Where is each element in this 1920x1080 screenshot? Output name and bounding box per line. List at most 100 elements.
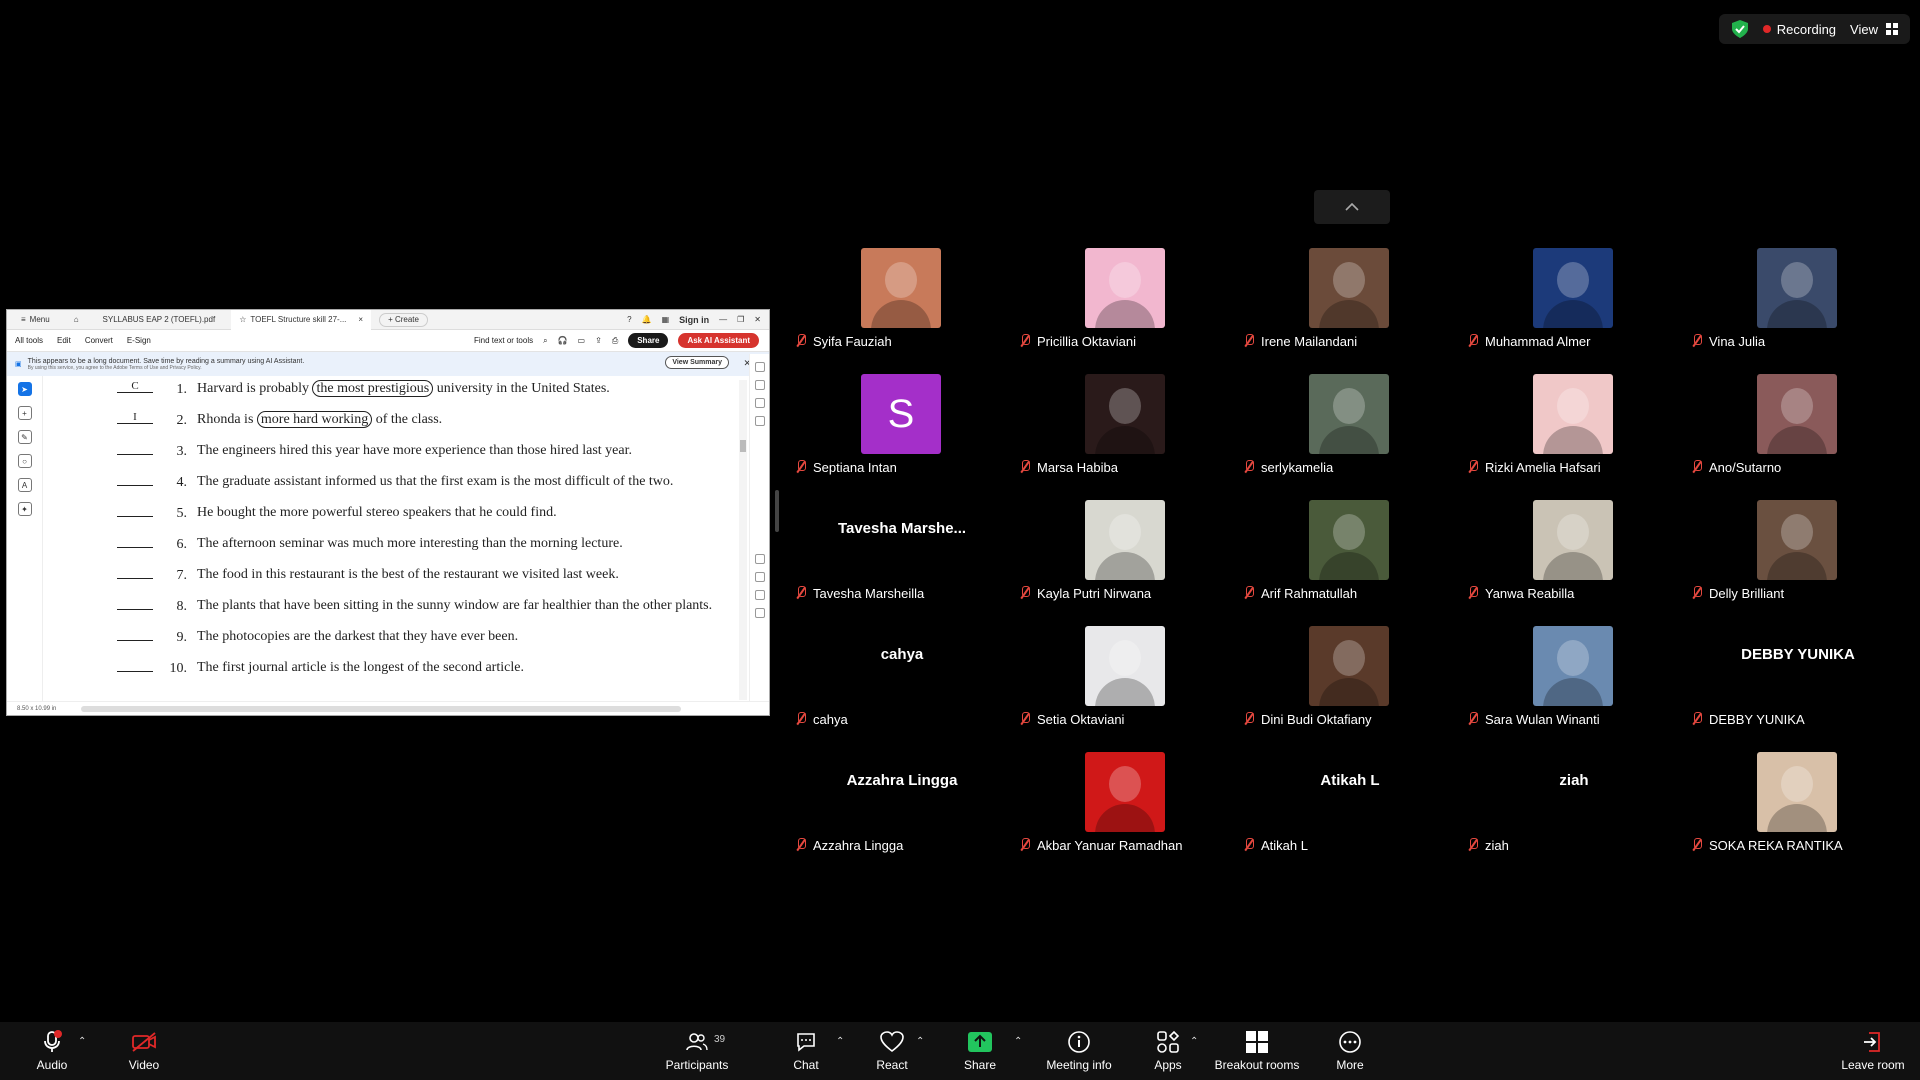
participant-tile[interactable]: Yanwa Reabilla xyxy=(1462,500,1686,626)
copy-icon[interactable] xyxy=(754,416,765,426)
participant-tile[interactable]: S Septiana Intan xyxy=(790,374,1014,500)
participant-tile[interactable]: ziah ziah xyxy=(1462,752,1686,878)
scroll-up-button[interactable] xyxy=(1314,190,1390,224)
participant-photo xyxy=(1781,514,1813,550)
zoom-out-icon[interactable] xyxy=(754,608,765,618)
tab-toefl[interactable]: ☆ TOEFL Structure skill 27-... × xyxy=(231,310,372,330)
meeting-info-button[interactable]: Meeting info xyxy=(1044,1022,1114,1080)
participant-tile[interactable]: Vina Julia xyxy=(1686,248,1910,374)
participant-tile[interactable]: Sara Wulan Winanti xyxy=(1462,626,1686,752)
esign-menu[interactable]: E-Sign xyxy=(127,336,151,345)
close-window-icon[interactable]: ✕ xyxy=(754,315,761,324)
create-tab[interactable]: + Create xyxy=(379,312,428,327)
participant-photo-body xyxy=(1095,552,1155,580)
home-tab[interactable]: ⌂ xyxy=(66,310,87,330)
share-screen-button[interactable]: Share xyxy=(962,1022,998,1080)
participant-tile[interactable]: Marsa Habiba xyxy=(1014,374,1238,500)
participant-tile[interactable]: Akbar Yanuar Ramadhan xyxy=(1014,752,1238,878)
pen-tool-icon[interactable]: ✎ xyxy=(17,430,32,444)
muted-mic-icon xyxy=(1467,460,1479,474)
zoom-tool-icon[interactable]: + xyxy=(17,406,32,420)
participant-name-label: SOKA REKA RANTIKA xyxy=(1691,836,1843,854)
stamp-tool-icon[interactable]: ✦ xyxy=(17,502,32,516)
sign-in-link[interactable]: Sign in xyxy=(679,315,709,325)
convert-menu[interactable]: Convert xyxy=(85,336,113,345)
text-tool-icon[interactable]: A xyxy=(17,478,32,492)
participant-tile[interactable]: Azzahra Lingga Azzahra Lingga xyxy=(790,752,1014,878)
lasso-tool-icon[interactable]: ○ xyxy=(17,454,32,468)
bookmark-icon[interactable] xyxy=(754,398,765,408)
comment-icon[interactable] xyxy=(754,362,765,372)
video-off-icon xyxy=(131,1030,157,1054)
participant-tile[interactable]: Pricillia Oktaviani xyxy=(1014,248,1238,374)
search-icon[interactable]: ⌕ xyxy=(543,336,547,346)
refresh-icon[interactable] xyxy=(754,572,765,582)
headphones-icon[interactable]: 🎧 xyxy=(558,336,568,345)
print-icon[interactable]: ⎙ xyxy=(612,336,618,346)
page-nav-icon[interactable] xyxy=(754,554,765,564)
question-text: He bought the more powerful stereo speak… xyxy=(197,502,737,524)
circled-phrase: more hard working xyxy=(256,411,373,428)
participant-tile[interactable]: Irene Mailandani xyxy=(1238,248,1462,374)
edit-menu[interactable]: Edit xyxy=(57,336,71,345)
participant-tile[interactable]: DEBBY YUNIKA DEBBY YUNIKA xyxy=(1686,626,1910,752)
save-icon[interactable]: ▭ xyxy=(578,336,586,345)
layers-icon[interactable] xyxy=(754,380,765,390)
participant-video xyxy=(1309,248,1389,328)
participant-photo xyxy=(1109,388,1141,424)
audio-options-caret-icon[interactable]: ⌃ xyxy=(78,1036,86,1047)
react-options-caret-icon[interactable]: ⌃ xyxy=(916,1036,924,1047)
participant-tile[interactable]: Muhammad Almer xyxy=(1462,248,1686,374)
summary-banner: ▣ This appears to be a long document. Sa… xyxy=(7,352,769,376)
participant-tile[interactable]: Tavesha Marshe... Tavesha Marsheilla xyxy=(790,500,1014,626)
share-options-caret-icon[interactable]: ⌃ xyxy=(1014,1036,1022,1047)
select-tool-icon[interactable]: ➤ xyxy=(17,382,32,396)
meeting-info-label: Meeting info xyxy=(1046,1058,1112,1072)
find-field[interactable]: Find text or tools xyxy=(474,336,533,345)
minimize-icon[interactable]: — xyxy=(719,315,727,324)
participant-tile[interactable]: Kayla Putri Nirwana xyxy=(1014,500,1238,626)
view-summary-button[interactable]: View Summary xyxy=(665,356,729,369)
react-button[interactable]: React xyxy=(874,1022,910,1080)
participant-tile[interactable]: Setia Oktaviani xyxy=(1014,626,1238,752)
participant-tile[interactable]: cahya cahya xyxy=(790,626,1014,752)
participant-tile[interactable]: Ano/Sutarno xyxy=(1686,374,1910,500)
menu-tab[interactable]: ≡ Menu xyxy=(13,310,58,330)
video-button[interactable]: Video xyxy=(126,1022,162,1080)
participants-button[interactable]: Participants xyxy=(660,1022,734,1080)
horizontal-scrollbar[interactable] xyxy=(81,706,681,712)
vertical-scrollbar[interactable] xyxy=(739,380,747,700)
participant-tile[interactable]: Syifa Fauziah xyxy=(790,248,1014,374)
zoom-in-icon[interactable] xyxy=(754,590,765,600)
participant-name-label: cahya xyxy=(795,710,848,728)
more-button[interactable]: More xyxy=(1332,1022,1368,1080)
share-doc-button[interactable]: Share xyxy=(628,333,669,348)
apps-icon[interactable]: ▦ xyxy=(662,315,670,324)
tab-syllabus[interactable]: SYLLABUS EAP 2 (TOEFL).pdf xyxy=(95,310,224,330)
panel-resize-handle[interactable] xyxy=(775,490,779,532)
participant-tile[interactable]: serlykamelia xyxy=(1238,374,1462,500)
apps-options-caret-icon[interactable]: ⌃ xyxy=(1190,1036,1198,1047)
chat-button[interactable]: Chat xyxy=(788,1022,824,1080)
recording-indicator[interactable]: Recording xyxy=(1762,22,1836,37)
apps-button[interactable]: Apps xyxy=(1150,1022,1186,1080)
participant-tile[interactable]: Atikah L Atikah L xyxy=(1238,752,1462,878)
ai-assistant-button[interactable]: Ask AI Assistant xyxy=(678,333,759,348)
breakout-rooms-button[interactable]: Breakout rooms xyxy=(1214,1022,1300,1080)
participant-tile[interactable]: SOKA REKA RANTIKA xyxy=(1686,752,1910,878)
restore-icon[interactable]: ❐ xyxy=(737,315,744,324)
participant-tile[interactable]: Dini Budi Oktafiany xyxy=(1238,626,1462,752)
help-icon[interactable]: ? xyxy=(627,315,631,324)
close-tab-icon[interactable]: × xyxy=(358,315,363,324)
chat-options-caret-icon[interactable]: ⌃ xyxy=(836,1036,844,1047)
bell-icon[interactable]: 🔔 xyxy=(642,315,652,324)
participant-tile[interactable]: Delly Brilliant xyxy=(1686,500,1910,626)
shield-icon[interactable] xyxy=(1731,19,1749,39)
view-button[interactable]: View xyxy=(1850,22,1898,37)
participant-tile[interactable]: Rizki Amelia Hafsari xyxy=(1462,374,1686,500)
leave-room-button[interactable]: Leave room xyxy=(1838,1022,1908,1080)
all-tools-menu[interactable]: All tools xyxy=(15,336,43,345)
audio-button[interactable]: Audio xyxy=(34,1022,70,1080)
participant-tile[interactable]: Arif Rahmatullah xyxy=(1238,500,1462,626)
upload-icon[interactable]: ⇪ xyxy=(595,336,602,345)
